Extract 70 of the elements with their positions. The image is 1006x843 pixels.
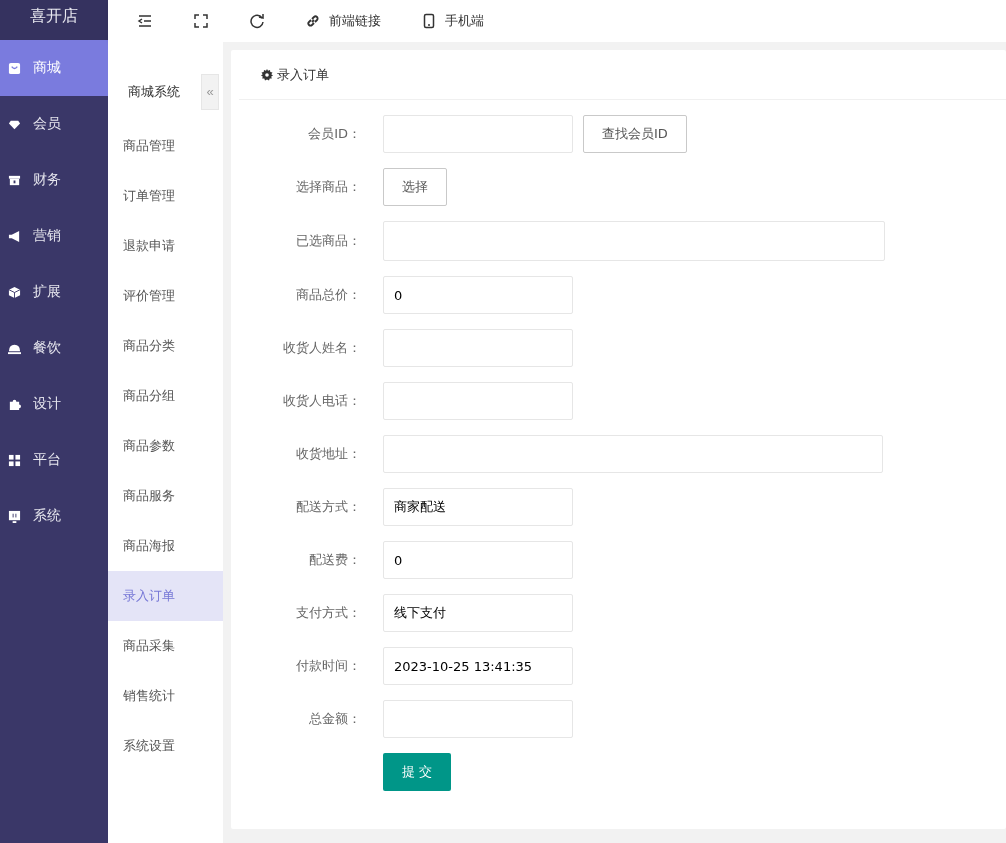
field-label: 配送方式： (295, 498, 361, 516)
main-nav-item[interactable]: 财务 (0, 152, 108, 208)
megaphone-icon (8, 229, 21, 243)
link-tool[interactable]: 前端链接 (305, 12, 381, 30)
sub-nav-item[interactable]: 退款申请 (108, 221, 223, 271)
main-nav-item[interactable]: 商城 (0, 40, 108, 96)
puzzle-icon (8, 397, 21, 411)
sub-nav-item[interactable]: 商品管理 (108, 121, 223, 171)
toolbar-label: 手机端 (445, 12, 484, 30)
main-nav-item[interactable]: 餐饮 (0, 320, 108, 376)
input-field[interactable] (383, 382, 573, 420)
main-nav-item[interactable]: 平台 (0, 432, 108, 488)
main-nav-item[interactable]: 营销 (0, 208, 108, 264)
field-label: 付款时间： (295, 657, 361, 675)
field-label: 会员ID： (307, 125, 361, 143)
sub-nav-item[interactable]: 商品海报 (108, 521, 223, 571)
search-button[interactable]: 查找会员ID (583, 115, 687, 153)
sub-nav-item[interactable]: 商品参数 (108, 421, 223, 471)
logo-text: 喜开店 (0, 0, 108, 40)
input-field[interactable]: 2023-10-25 13:41:35 (383, 647, 573, 685)
fullscreen-tool[interactable] (193, 13, 209, 29)
field-label: 收货地址： (295, 445, 361, 463)
link-icon (305, 13, 321, 29)
field-label: 已选商品： (295, 232, 361, 250)
input-field[interactable] (383, 435, 883, 473)
box-icon (8, 173, 21, 187)
sub-nav-item[interactable]: 销售统计 (108, 671, 223, 721)
phone-icon (421, 13, 437, 29)
field-label: 商品总价： (295, 286, 361, 304)
sub-nav-item[interactable]: 商品分类 (108, 321, 223, 371)
main-nav-item[interactable]: 扩展 (0, 264, 108, 320)
input-field[interactable]: 商家配送 (383, 488, 573, 526)
field-label: 选择商品： (295, 178, 361, 196)
input-field[interactable] (383, 700, 573, 738)
bag-icon (8, 61, 21, 75)
grid-icon (8, 453, 21, 467)
main-nav-item[interactable]: 设计 (0, 376, 108, 432)
main-nav-item[interactable]: 系统 (0, 488, 108, 544)
sub-nav-item[interactable]: 商品分组 (108, 371, 223, 421)
submit-button[interactable]: 提 交 (383, 753, 451, 791)
sub-nav-item[interactable]: 商品服务 (108, 471, 223, 521)
field-label: 总金额： (308, 710, 361, 728)
mobile-tool[interactable]: 手机端 (421, 12, 484, 30)
refresh-tool[interactable] (249, 13, 265, 29)
select-button[interactable]: 选择 (383, 168, 447, 206)
input-field[interactable]: 0 (383, 276, 573, 314)
sub-nav-item[interactable]: 订单管理 (108, 171, 223, 221)
input-field[interactable]: 0 (383, 541, 573, 579)
menu-fold-icon (137, 13, 153, 29)
card-title: 录入订单 (277, 65, 329, 84)
input-field[interactable] (383, 221, 885, 261)
input-field[interactable]: 线下支付 (383, 594, 573, 632)
input-field[interactable] (383, 115, 573, 153)
cube-icon (8, 285, 21, 299)
sub-nav-item[interactable]: 评价管理 (108, 271, 223, 321)
main-nav-item[interactable]: 会员 (0, 96, 108, 152)
field-label: 支付方式： (295, 604, 361, 622)
monitor-icon (8, 509, 21, 523)
fullscreen-icon (193, 13, 209, 29)
field-label: 收货人姓名： (282, 339, 361, 357)
collapse-tool[interactable] (137, 13, 153, 29)
section-title: 商城系统 (128, 82, 180, 101)
field-label: 配送费： (308, 551, 361, 569)
settings-icon (261, 68, 273, 81)
field-label: 收货人电话： (282, 392, 361, 410)
input-field[interactable] (383, 329, 573, 367)
refresh-icon (249, 13, 265, 29)
sub-nav-item[interactable]: 系统设置 (108, 721, 223, 771)
toolbar-label: 前端链接 (329, 12, 381, 30)
sub-nav-item[interactable]: 商品采集 (108, 621, 223, 671)
